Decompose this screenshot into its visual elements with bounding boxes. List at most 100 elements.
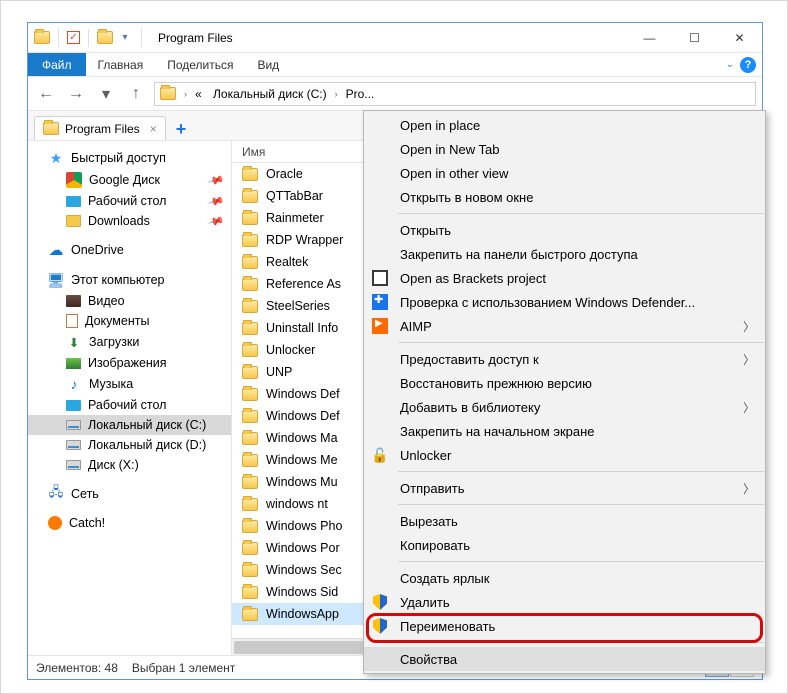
video-icon <box>66 295 81 307</box>
tab-home[interactable]: Главная <box>86 53 156 76</box>
folder-icon <box>242 212 258 225</box>
folder-icon <box>242 454 258 467</box>
folder-name: Windows Def <box>266 387 340 401</box>
close-button[interactable]: ✕ <box>717 23 762 52</box>
ctx-item[interactable]: Проверка с использованием Windows Defend… <box>364 290 765 314</box>
nav-downloads-quick[interactable]: Downloads📌 <box>28 211 231 231</box>
status-count: Элементов: 48 <box>36 661 118 675</box>
new-tab-button[interactable]: + <box>166 119 197 140</box>
ctx-item[interactable]: Отправить〉 <box>364 476 765 500</box>
ctx-item[interactable]: Восстановить прежнюю версию <box>364 371 765 395</box>
ctx-item[interactable]: Удалить <box>364 590 765 614</box>
nav-quick-access[interactable]: ★Быстрый доступ <box>28 147 231 169</box>
ctx-item[interactable]: Создать ярлык <box>364 566 765 590</box>
ribbon-collapse-icon[interactable]: ⌄ <box>726 59 734 70</box>
folder-icon <box>242 366 258 379</box>
file-menu[interactable]: Файл <box>28 53 86 76</box>
ctx-label: Открыть в новом окне <box>400 190 755 205</box>
ctx-item[interactable]: Предоставить доступ к〉 <box>364 347 765 371</box>
document-icon <box>66 314 78 328</box>
up-button[interactable]: ↑ <box>124 82 148 106</box>
nav-google-drive[interactable]: Google Диск📌 <box>28 169 231 191</box>
ctx-item[interactable]: Свойства <box>364 647 765 671</box>
folder-name: Windows Pho <box>266 519 342 533</box>
ctx-label: Создать ярлык <box>400 571 755 586</box>
folder-name: Windows Por <box>266 541 340 555</box>
status-selection: Выбран 1 элемент <box>132 661 235 675</box>
defender-icon <box>372 294 388 310</box>
ctx-item[interactable]: AIMP〉 <box>364 314 765 338</box>
unlocker-icon: 🔓 <box>371 447 388 464</box>
back-button[interactable]: ← <box>34 82 58 106</box>
nav-network[interactable]: 🖧Сеть <box>28 483 231 505</box>
ctx-item[interactable]: Открыть <box>364 218 765 242</box>
nav-pictures[interactable]: Изображения <box>28 353 231 373</box>
nav-music[interactable]: ♪Музыка <box>28 373 231 395</box>
ctx-label: Свойства <box>400 652 755 667</box>
ctx-item[interactable]: Open in New Tab <box>364 137 765 161</box>
folder-icon <box>242 586 258 599</box>
folder-name: Unlocker <box>266 343 315 357</box>
folder-name: UNP <box>266 365 292 379</box>
ctx-item[interactable]: Закрепить на панели быстрого доступа <box>364 242 765 266</box>
folder-name: Windows Sid <box>266 585 338 599</box>
nav-downloads[interactable]: ⬇Загрузки <box>28 331 231 353</box>
qat-dropdown-icon[interactable]: ▾ <box>117 30 133 46</box>
context-menu: Open in place Open in New Tab Open in othe… <box>363 110 766 674</box>
ctx-item[interactable]: 🔓Unlocker <box>364 443 765 467</box>
folder-name: Uninstall Info <box>266 321 338 335</box>
minimize-button[interactable]: — <box>627 23 672 52</box>
nav-documents[interactable]: Документы <box>28 311 231 331</box>
folder-name: Windows Mu <box>266 475 338 489</box>
nav-drive-d[interactable]: Локальный диск (D:) <box>28 435 231 455</box>
folder-icon <box>242 520 258 533</box>
tab-close-icon[interactable]: × <box>150 122 157 136</box>
ctx-item[interactable]: Добавить в библиотеку〉 <box>364 395 765 419</box>
nav-videos[interactable]: Видео <box>28 291 231 311</box>
ctx-item[interactable]: Open in other view <box>364 161 765 185</box>
ctx-label: Удалить <box>400 595 755 610</box>
ctx-item[interactable]: Копировать <box>364 533 765 557</box>
download-icon: ⬇ <box>66 334 82 350</box>
ctx-item[interactable]: Open as Brackets project <box>364 266 765 290</box>
nav-drive-x[interactable]: Диск (X:) <box>28 455 231 475</box>
nav-onedrive[interactable]: ☁OneDrive <box>28 239 231 261</box>
nav-catch[interactable]: Catch! <box>28 513 231 533</box>
title-bar: ✓ ▾ Program Files — ☐ ✕ <box>28 23 762 53</box>
qat-folder-icon[interactable] <box>97 30 113 46</box>
address-bar[interactable]: › « Локальный диск (C:) › Pro... <box>154 82 756 106</box>
ctx-item[interactable]: Open in place <box>364 113 765 137</box>
shield-icon <box>373 594 387 610</box>
disk-icon <box>66 460 81 470</box>
folder-name: windows nt <box>266 497 328 511</box>
ctx-label: Open in other view <box>400 166 755 181</box>
ctx-item[interactable]: Закрепить на начальном экране <box>364 419 765 443</box>
pin-icon: 📌 <box>207 171 225 189</box>
tab-share[interactable]: Поделиться <box>155 53 245 76</box>
nav-desktop[interactable]: Рабочий стол <box>28 395 231 415</box>
folder-icon <box>242 410 258 423</box>
network-icon: 🖧 <box>48 486 64 502</box>
ctx-item[interactable]: Открыть в новом окне <box>364 185 765 209</box>
pictures-icon <box>66 358 81 369</box>
folder-app-icon <box>34 30 50 46</box>
history-dropdown[interactable]: ▾ <box>94 82 118 106</box>
ctx-label: Open in New Tab <box>400 142 755 157</box>
shield-icon <box>373 618 387 634</box>
tab-label: Program Files <box>65 122 140 136</box>
folder-name: SteelSeries <box>266 299 330 313</box>
ctx-item[interactable]: Вырезать <box>364 509 765 533</box>
tab-view[interactable]: Вид <box>245 53 291 76</box>
qat-checkbox-icon[interactable]: ✓ <box>67 31 80 44</box>
maximize-button[interactable]: ☐ <box>672 23 717 52</box>
ctx-label: Восстановить прежнюю версию <box>400 376 755 391</box>
desktop-icon <box>66 196 81 207</box>
folder-tab[interactable]: Program Files × <box>34 116 166 140</box>
nav-drive-c[interactable]: Локальный диск (C:) <box>28 415 231 435</box>
nav-desktop-quick[interactable]: Рабочий стол📌 <box>28 191 231 211</box>
ctx-label: AIMP <box>400 319 734 334</box>
help-icon[interactable]: ? <box>740 57 756 73</box>
forward-button[interactable]: → <box>64 82 88 106</box>
ctx-item[interactable]: Переименовать <box>364 614 765 638</box>
nav-this-pc[interactable]: 🖥Этот компьютер <box>28 269 231 291</box>
